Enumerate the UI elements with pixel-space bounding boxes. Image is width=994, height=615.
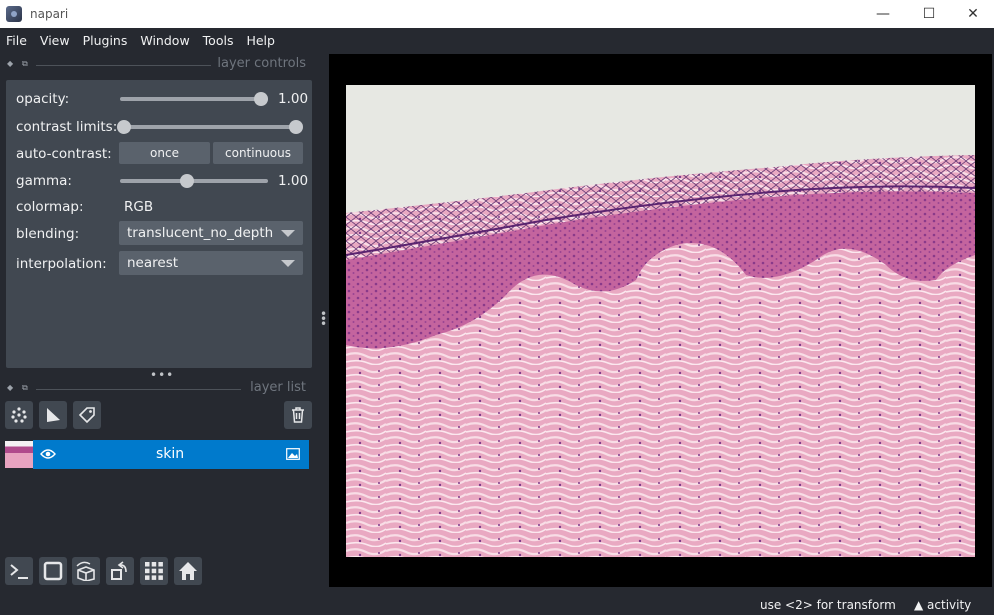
blending-label: blending: <box>16 226 80 242</box>
trash-icon <box>292 407 304 423</box>
auto-contrast-label: auto-contrast: <box>16 146 112 162</box>
opacity-slider-handle[interactable] <box>254 92 268 106</box>
menu-window[interactable]: Window <box>140 33 189 48</box>
opacity-label: opacity: <box>16 91 70 107</box>
eye-icon[interactable] <box>40 448 56 460</box>
gamma-value: 1.00 <box>278 173 309 189</box>
blending-combobox[interactable]: translucent_no_depth <box>119 221 303 245</box>
layer-controls-header: ◆ ⧉ layer controls <box>0 56 320 74</box>
menu-view[interactable]: View <box>40 33 70 48</box>
opacity-slider[interactable] <box>120 97 268 101</box>
home-icon <box>179 562 197 580</box>
status-hint: use <2> for transform <box>760 598 896 612</box>
grid-view-button[interactable] <box>140 557 168 585</box>
activity-label: activity <box>927 598 972 612</box>
shapes-icon <box>47 408 60 422</box>
console-button[interactable] <box>5 557 33 585</box>
auto-contrast-continuous-button[interactable]: continuous <box>213 142 303 164</box>
close-dock-icon[interactable]: ◆ <box>7 383 13 392</box>
home-button[interactable] <box>174 557 202 585</box>
contrast-limits-low-handle[interactable] <box>117 120 131 134</box>
interpolation-label: interpolation: <box>16 256 107 272</box>
image-icon <box>286 448 300 460</box>
float-dock-icon[interactable]: ⧉ <box>22 383 28 393</box>
transpose-dims-button[interactable] <box>106 557 134 585</box>
menu-bar: File View Plugins Window Tools Help <box>0 28 994 52</box>
ndisplay-button[interactable] <box>39 557 67 585</box>
menu-plugins[interactable]: Plugins <box>83 33 128 48</box>
new-shapes-layer-button[interactable] <box>39 401 67 429</box>
histology-image <box>346 85 975 557</box>
chevron-down-icon <box>281 230 295 237</box>
close-dock-icon[interactable]: ◆ <box>7 59 13 68</box>
maximize-button[interactable]: ☐ <box>906 0 952 28</box>
close-button[interactable]: ✕ <box>950 0 994 28</box>
interpolation-combobox[interactable]: nearest <box>119 251 303 275</box>
title-bar: napari — ☐ ✕ <box>0 0 994 28</box>
minimize-button[interactable]: — <box>860 0 906 28</box>
status-bar: use <2> for transform ▲ activity <box>0 595 994 615</box>
napari-logo-icon <box>6 6 22 22</box>
layer-list-title: layer list <box>250 380 306 395</box>
points-icon <box>11 407 27 423</box>
layer-controls-title: layer controls <box>217 56 306 71</box>
gamma-slider[interactable] <box>120 179 268 183</box>
contrast-limits-high-handle[interactable] <box>289 120 303 134</box>
window-title: napari <box>30 7 69 21</box>
interpolation-value: nearest <box>127 255 179 271</box>
contrast-limits-label: contrast limits: <box>16 119 118 135</box>
contrast-limits-slider[interactable] <box>124 125 296 129</box>
labels-icon <box>78 407 95 424</box>
opacity-value: 1.00 <box>278 91 309 107</box>
activity-button[interactable]: ▲ activity <box>914 598 971 612</box>
console-icon <box>10 564 28 579</box>
float-dock-icon[interactable]: ⧉ <box>22 59 28 69</box>
gamma-label: gamma: <box>16 173 72 189</box>
roll-dims-button[interactable] <box>72 557 100 585</box>
new-points-layer-button[interactable] <box>5 401 33 429</box>
gamma-slider-handle[interactable] <box>179 174 194 188</box>
grid-icon <box>145 562 163 580</box>
auto-contrast-once-button[interactable]: once <box>119 142 210 164</box>
layer-controls-panel: opacity: 1.00 contrast limits: auto-cont… <box>6 80 312 368</box>
delete-layer-button[interactable] <box>284 401 312 429</box>
blending-value: translucent_no_depth <box>127 225 274 241</box>
ndisplay-icon <box>43 561 63 581</box>
menu-help[interactable]: Help <box>246 33 275 48</box>
dock-splitter-handle[interactable]: • • • <box>320 308 327 330</box>
new-labels-layer-button[interactable] <box>73 401 101 429</box>
skin-image <box>346 85 975 557</box>
menu-tools[interactable]: Tools <box>203 33 234 48</box>
colormap-value: RGB <box>124 199 154 215</box>
layer-name: skin <box>156 446 185 462</box>
layer-thumbnail <box>5 441 33 468</box>
layer-row-skin[interactable]: skin <box>33 440 309 469</box>
chevron-down-icon <box>281 260 295 267</box>
colormap-label: colormap: <box>16 199 84 215</box>
roll-icon <box>76 561 95 581</box>
menu-file[interactable]: File <box>6 33 27 48</box>
layer-list-header: ◆ ⧉ layer list <box>0 380 320 398</box>
transpose-icon <box>111 561 127 580</box>
